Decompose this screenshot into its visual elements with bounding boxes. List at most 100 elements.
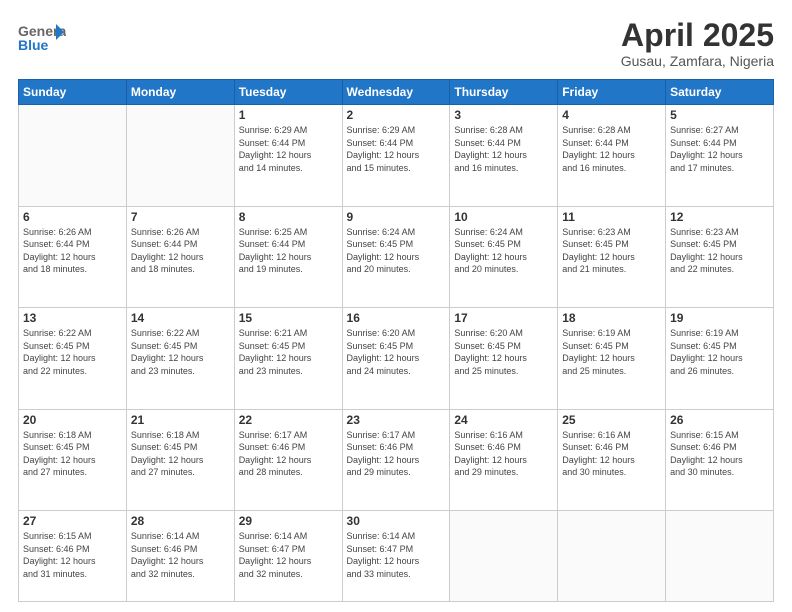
col-thursday: Thursday: [450, 80, 558, 105]
table-row: 6 Sunrise: 6:26 AMSunset: 6:44 PMDaylight…: [19, 206, 127, 307]
day-info: Sunrise: 6:17 AMSunset: 6:46 PMDaylight:…: [347, 429, 446, 479]
day-number: 18: [562, 311, 661, 325]
day-info: Sunrise: 6:14 AMSunset: 6:46 PMDaylight:…: [131, 530, 230, 580]
day-info: Sunrise: 6:22 AMSunset: 6:45 PMDaylight:…: [23, 327, 122, 377]
day-info: Sunrise: 6:19 AMSunset: 6:45 PMDaylight:…: [670, 327, 769, 377]
table-row: 22 Sunrise: 6:17 AMSunset: 6:46 PMDayligh…: [234, 409, 342, 510]
table-row: 8 Sunrise: 6:25 AMSunset: 6:44 PMDaylight…: [234, 206, 342, 307]
day-number: 28: [131, 514, 230, 528]
day-number: 4: [562, 108, 661, 122]
day-info: Sunrise: 6:29 AMSunset: 6:44 PMDaylight:…: [239, 124, 338, 174]
day-number: 9: [347, 210, 446, 224]
col-saturday: Saturday: [666, 80, 774, 105]
logo: General Blue: [18, 18, 66, 63]
day-info: Sunrise: 6:26 AMSunset: 6:44 PMDaylight:…: [131, 226, 230, 276]
table-row: [19, 105, 127, 206]
day-number: 13: [23, 311, 122, 325]
table-row: 15 Sunrise: 6:21 AMSunset: 6:45 PMDayligh…: [234, 308, 342, 409]
day-number: 10: [454, 210, 553, 224]
day-info: Sunrise: 6:14 AMSunset: 6:47 PMDaylight:…: [347, 530, 446, 580]
table-row: 26Sunrise: 6:15 AMSunset: 6:46 PMDayligh…: [666, 409, 774, 510]
day-info: Sunrise: 6:16 AMSunset: 6:46 PMDaylight:…: [454, 429, 553, 479]
day-info: Sunrise: 6:28 AMSunset: 6:44 PMDaylight:…: [562, 124, 661, 174]
day-info: Sunrise: 6:14 AMSunset: 6:47 PMDaylight:…: [239, 530, 338, 580]
day-info: Sunrise: 6:17 AMSunset: 6:46 PMDaylight:…: [239, 429, 338, 479]
day-number: 5: [670, 108, 769, 122]
day-info: Sunrise: 6:28 AMSunset: 6:44 PMDaylight:…: [454, 124, 553, 174]
day-number: 23: [347, 413, 446, 427]
table-row: 29 Sunrise: 6:14 AMSunset: 6:47 PMDayligh…: [234, 511, 342, 602]
day-number: 7: [131, 210, 230, 224]
col-friday: Friday: [558, 80, 666, 105]
calendar-header-row: Sunday Monday Tuesday Wednesday Thursday…: [19, 80, 774, 105]
logo-icon: General Blue: [18, 18, 66, 58]
table-row: 4 Sunrise: 6:28 AMSunset: 6:44 PMDaylight…: [558, 105, 666, 206]
calendar-table: Sunday Monday Tuesday Wednesday Thursday…: [18, 79, 774, 602]
table-row: 28 Sunrise: 6:14 AMSunset: 6:46 PMDayligh…: [126, 511, 234, 602]
day-info: Sunrise: 6:19 AMSunset: 6:45 PMDaylight:…: [562, 327, 661, 377]
day-info: Sunrise: 6:29 AMSunset: 6:44 PMDaylight:…: [347, 124, 446, 174]
table-row: 18 Sunrise: 6:19 AMSunset: 6:45 PMDayligh…: [558, 308, 666, 409]
day-number: 21: [131, 413, 230, 427]
day-info: Sunrise: 6:26 AMSunset: 6:44 PMDaylight:…: [23, 226, 122, 276]
day-info: Sunrise: 6:23 AMSunset: 6:45 PMDaylight:…: [670, 226, 769, 276]
day-info: Sunrise: 6:24 AMSunset: 6:45 PMDaylight:…: [454, 226, 553, 276]
table-row: 19 Sunrise: 6:19 AMSunset: 6:45 PMDayligh…: [666, 308, 774, 409]
table-row: 2 Sunrise: 6:29 AMSunset: 6:44 PMDaylight…: [342, 105, 450, 206]
table-row: 25Sunrise: 6:16 AMSunset: 6:46 PMDayligh…: [558, 409, 666, 510]
table-row: 5 Sunrise: 6:27 AMSunset: 6:44 PMDaylight…: [666, 105, 774, 206]
day-number: 15: [239, 311, 338, 325]
table-row: 12 Sunrise: 6:23 AMSunset: 6:45 PMDayligh…: [666, 206, 774, 307]
day-number: 19: [670, 311, 769, 325]
day-number: 26: [670, 413, 769, 427]
table-row: 24 Sunrise: 6:16 AMSunset: 6:46 PMDayligh…: [450, 409, 558, 510]
day-info: Sunrise: 6:20 AMSunset: 6:45 PMDaylight:…: [454, 327, 553, 377]
day-number: 12: [670, 210, 769, 224]
day-number: 14: [131, 311, 230, 325]
table-row: 21 Sunrise: 6:18 AMSunset: 6:45 PMDayligh…: [126, 409, 234, 510]
month-title: April 2025: [621, 18, 774, 53]
day-number: 22: [239, 413, 338, 427]
day-info: Sunrise: 6:21 AMSunset: 6:45 PMDaylight:…: [239, 327, 338, 377]
day-number: 11: [562, 210, 661, 224]
table-row: 1 Sunrise: 6:29 AMSunset: 6:44 PMDaylight…: [234, 105, 342, 206]
title-area: April 2025 Gusau, Zamfara, Nigeria: [621, 18, 774, 69]
table-row: [558, 511, 666, 602]
col-monday: Monday: [126, 80, 234, 105]
table-row: 14 Sunrise: 6:22 AMSunset: 6:45 PMDayligh…: [126, 308, 234, 409]
day-number: 2: [347, 108, 446, 122]
day-number: 25: [562, 413, 661, 427]
table-row: 27 Sunrise: 6:15 AMSunset: 6:46 PMDayligh…: [19, 511, 127, 602]
day-number: 27: [23, 514, 122, 528]
table-row: [126, 105, 234, 206]
table-row: 9 Sunrise: 6:24 AMSunset: 6:45 PMDaylight…: [342, 206, 450, 307]
col-wednesday: Wednesday: [342, 80, 450, 105]
day-info: Sunrise: 6:24 AMSunset: 6:45 PMDaylight:…: [347, 226, 446, 276]
col-sunday: Sunday: [19, 80, 127, 105]
day-number: 29: [239, 514, 338, 528]
day-info: Sunrise: 6:25 AMSunset: 6:44 PMDaylight:…: [239, 226, 338, 276]
table-row: 16Sunrise: 6:20 AMSunset: 6:45 PMDayligh…: [342, 308, 450, 409]
table-row: 23 Sunrise: 6:17 AMSunset: 6:46 PMDayligh…: [342, 409, 450, 510]
day-info: Sunrise: 6:22 AMSunset: 6:45 PMDaylight:…: [131, 327, 230, 377]
day-number: 6: [23, 210, 122, 224]
table-row: 11 Sunrise: 6:23 AMSunset: 6:45 PMDayligh…: [558, 206, 666, 307]
table-row: 10 Sunrise: 6:24 AMSunset: 6:45 PMDayligh…: [450, 206, 558, 307]
day-number: 24: [454, 413, 553, 427]
day-info: Sunrise: 6:18 AMSunset: 6:45 PMDaylight:…: [23, 429, 122, 479]
page: General Blue April 2025 Gusau, Zamfara, …: [0, 0, 792, 612]
day-number: 20: [23, 413, 122, 427]
table-row: 30Sunrise: 6:14 AMSunset: 6:47 PMDayligh…: [342, 511, 450, 602]
table-row: 3 Sunrise: 6:28 AMSunset: 6:44 PMDaylight…: [450, 105, 558, 206]
day-info: Sunrise: 6:18 AMSunset: 6:45 PMDaylight:…: [131, 429, 230, 479]
day-number: 3: [454, 108, 553, 122]
day-number: 8: [239, 210, 338, 224]
col-tuesday: Tuesday: [234, 80, 342, 105]
day-info: Sunrise: 6:15 AMSunset: 6:46 PMDaylight:…: [23, 530, 122, 580]
day-number: 17: [454, 311, 553, 325]
day-info: Sunrise: 6:27 AMSunset: 6:44 PMDaylight:…: [670, 124, 769, 174]
day-number: 16: [347, 311, 446, 325]
day-number: 1: [239, 108, 338, 122]
day-info: Sunrise: 6:23 AMSunset: 6:45 PMDaylight:…: [562, 226, 661, 276]
table-row: 7 Sunrise: 6:26 AMSunset: 6:44 PMDaylight…: [126, 206, 234, 307]
